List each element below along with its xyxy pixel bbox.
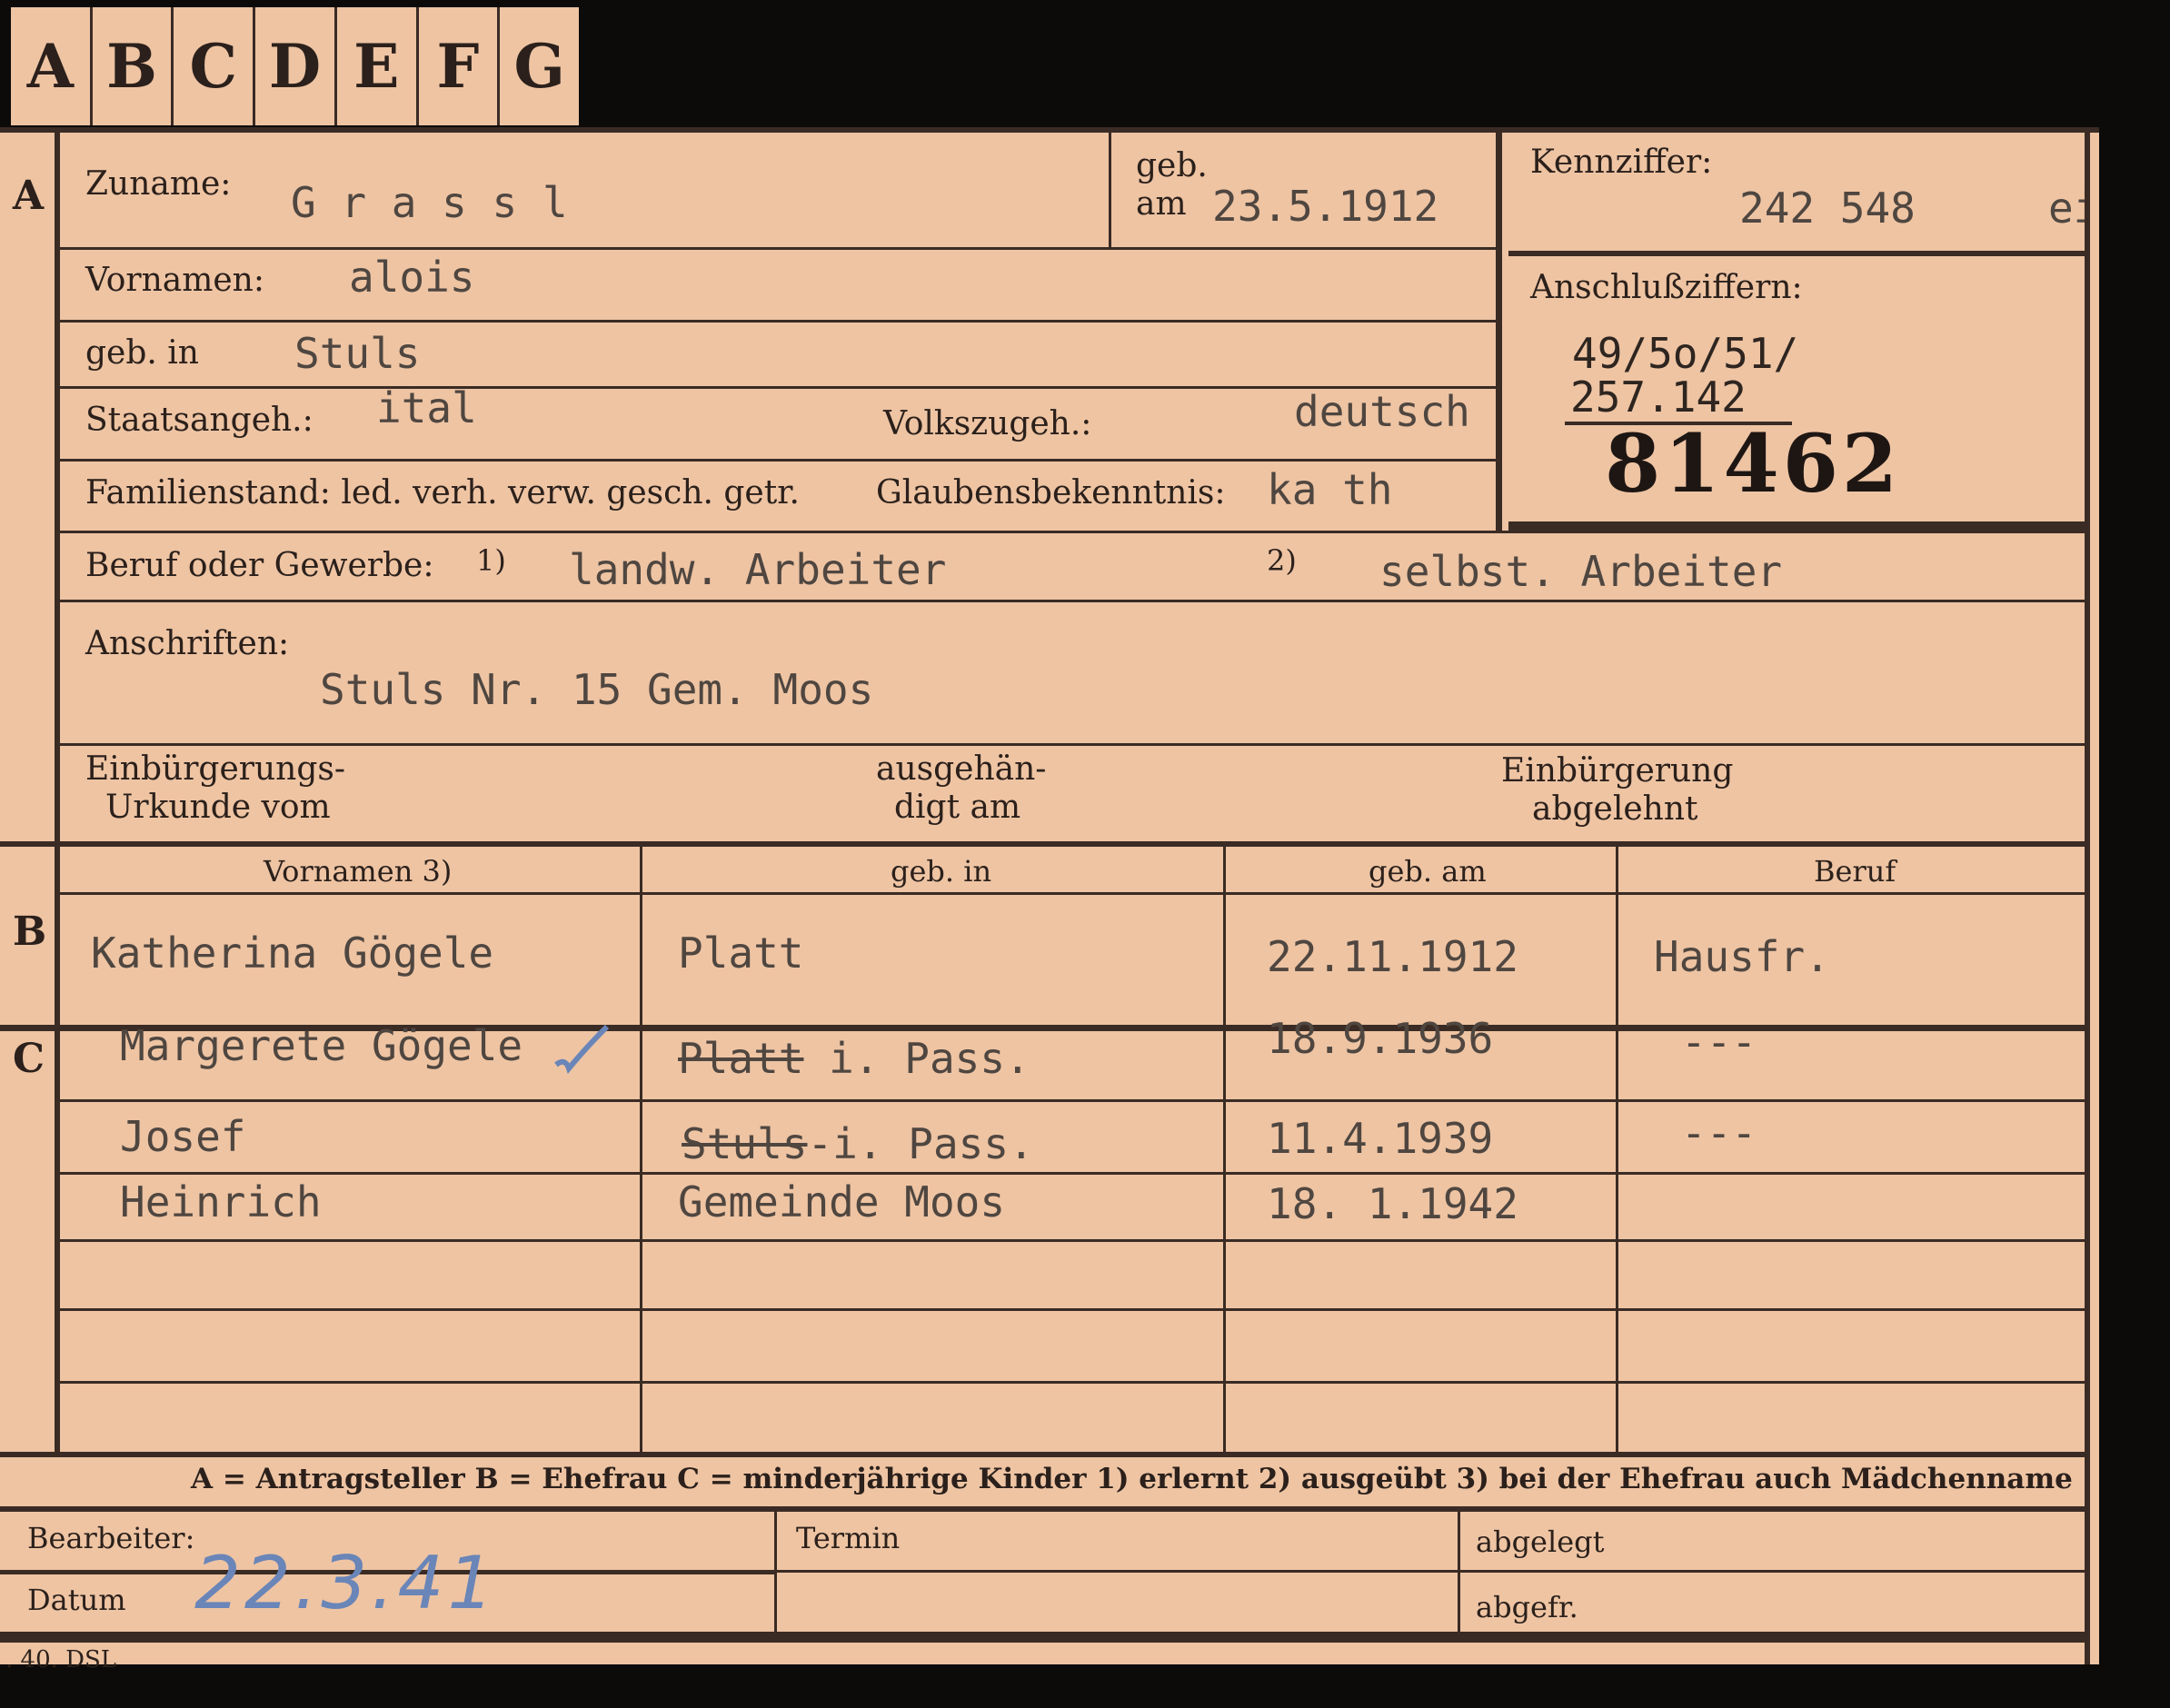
child-3-birthplace: Gemeinde Moos [678, 1177, 1005, 1226]
born-in-value: Stuls [294, 329, 421, 378]
child-2-birthplace-note: -i. Pass. [807, 1119, 1034, 1168]
child-3-birthdate: 18. 1.1942 [1267, 1179, 1518, 1228]
surname-label: Zuname: [85, 165, 232, 203]
child-1-occupation: --- [1681, 1018, 1757, 1067]
birth-label-1: geb. [1136, 147, 1208, 184]
address-label: Anschriften: [85, 625, 290, 662]
marital-status-label: Familienstand: led. verh. verw. gesch. g… [85, 474, 800, 511]
birth-label-2: am [1136, 185, 1187, 223]
wife-name: Katherina Gögele [91, 928, 494, 978]
first-names-value: alois [349, 253, 475, 302]
child-2-birthplace: Stuls-i. Pass. [682, 1119, 1034, 1168]
connecting-numbers-line-2: 257.142 [1570, 372, 1747, 422]
reference-suffix: ei [2048, 184, 2085, 233]
wife-birthplace: Platt [678, 928, 804, 978]
index-card: A B C Zuname: G r a s s l geb. am 23.5.1… [0, 127, 2099, 1673]
occupation-practiced-value: selbst. Arbeiter [1379, 547, 1783, 596]
issued-label-2: digt am [894, 789, 1021, 826]
citizenship-label: Staatsangeh.: [85, 402, 314, 439]
ethnicity-value: deutsch [1294, 387, 1470, 436]
legend-text: A = Antragsteller B = Ehefrau C = minder… [191, 1463, 2073, 1495]
tab-g[interactable]: G [500, 7, 579, 125]
occupation-label: Beruf oder Gewerbe: [85, 547, 434, 584]
religion-label: Glaubensbekenntnis: [876, 474, 1226, 511]
col-header-first-names: Vornamen 3) [264, 854, 453, 889]
child-2-name: Josef [120, 1112, 246, 1161]
ethnicity-label: Volkszugeh.: [883, 405, 1092, 442]
processor-label: Bearbeiter: [27, 1521, 195, 1555]
learned-footnote-ref: 1) [476, 543, 506, 578]
citizenship-value: ital [376, 383, 477, 432]
child-1-birthdate: 18.9.1936 [1267, 1014, 1494, 1063]
letter-tabs: A B C D E F G [11, 7, 579, 125]
address-value: Stuls Nr. 15 Gem. Moos [320, 665, 874, 714]
naturalization-label-1: Einbürgerungs- [85, 750, 346, 788]
section-b-marker: B [13, 909, 47, 955]
first-names-label: Vornamen: [85, 262, 264, 299]
issued-label-1: ausgehän- [876, 750, 1047, 788]
tab-e[interactable]: E [337, 7, 419, 125]
col-header-birthdate: geb. am [1369, 854, 1487, 889]
child-1-birthplace-note: i. Pass. [803, 1034, 1030, 1083]
filed-label: abgelegt [1476, 1524, 1605, 1559]
date-label: Datum [27, 1583, 126, 1617]
tab-a[interactable]: A [11, 7, 93, 125]
child-1-birthplace: Platt i. Pass. [678, 1034, 1030, 1083]
section-c-marker: C [13, 1036, 45, 1082]
done-label: abgefr. [1476, 1590, 1578, 1624]
surname-value: G r a s s l [291, 178, 568, 227]
connecting-numbers-label: Anschlußziffern: [1530, 269, 1803, 306]
section-a-marker: A [13, 173, 45, 219]
child-2-occupation: --- [1681, 1108, 1757, 1157]
handwritten-date: 22.3.41 [194, 1541, 498, 1625]
check-mark-icon [554, 1024, 610, 1075]
occupation-learned-value: landw. Arbeiter [569, 545, 947, 594]
practiced-footnote-ref: 2) [1267, 543, 1297, 578]
reference-number-value: 242 548 [1739, 184, 1916, 233]
child-3-name: Heinrich [120, 1177, 322, 1226]
deadline-label: Termin [796, 1521, 901, 1555]
born-in-label: geb. in [85, 334, 199, 372]
child-1-name: Margerete Gögele [120, 1021, 523, 1070]
connecting-numbers-line-1: 49/5o/51/ [1572, 329, 1799, 378]
tab-d[interactable]: D [255, 7, 337, 125]
tab-f[interactable]: F [419, 7, 501, 125]
tab-c[interactable]: C [174, 7, 256, 125]
wife-birthdate: 22.11.1912 [1267, 932, 1518, 981]
child-1-birthplace-struck: Platt [678, 1034, 804, 1083]
stamp-number: 81462 [1605, 416, 1902, 511]
reference-number-label: Kennziffer: [1530, 144, 1713, 181]
religion-value: ka th [1267, 465, 1393, 514]
child-3-birthplace-note: Gemeinde Moos [678, 1177, 1006, 1226]
refused-label-1: Einbürgerung [1501, 752, 1734, 789]
refused-label-2: abgelehnt [1532, 790, 1698, 828]
child-2-birthplace-struck: Stuls [682, 1119, 808, 1168]
tab-b[interactable]: B [93, 7, 174, 125]
col-header-occupation: Beruf [1814, 854, 1896, 889]
wife-occupation: Hausfr. [1654, 932, 1830, 981]
naturalization-label-2: Urkunde vom [105, 789, 331, 826]
birth-date-value: 23.5.1912 [1212, 182, 1439, 231]
child-2-birthdate: 11.4.1939 [1267, 1114, 1494, 1163]
col-header-birthplace: geb. in [891, 854, 992, 889]
print-code: . 40. DSL [5, 1646, 117, 1673]
